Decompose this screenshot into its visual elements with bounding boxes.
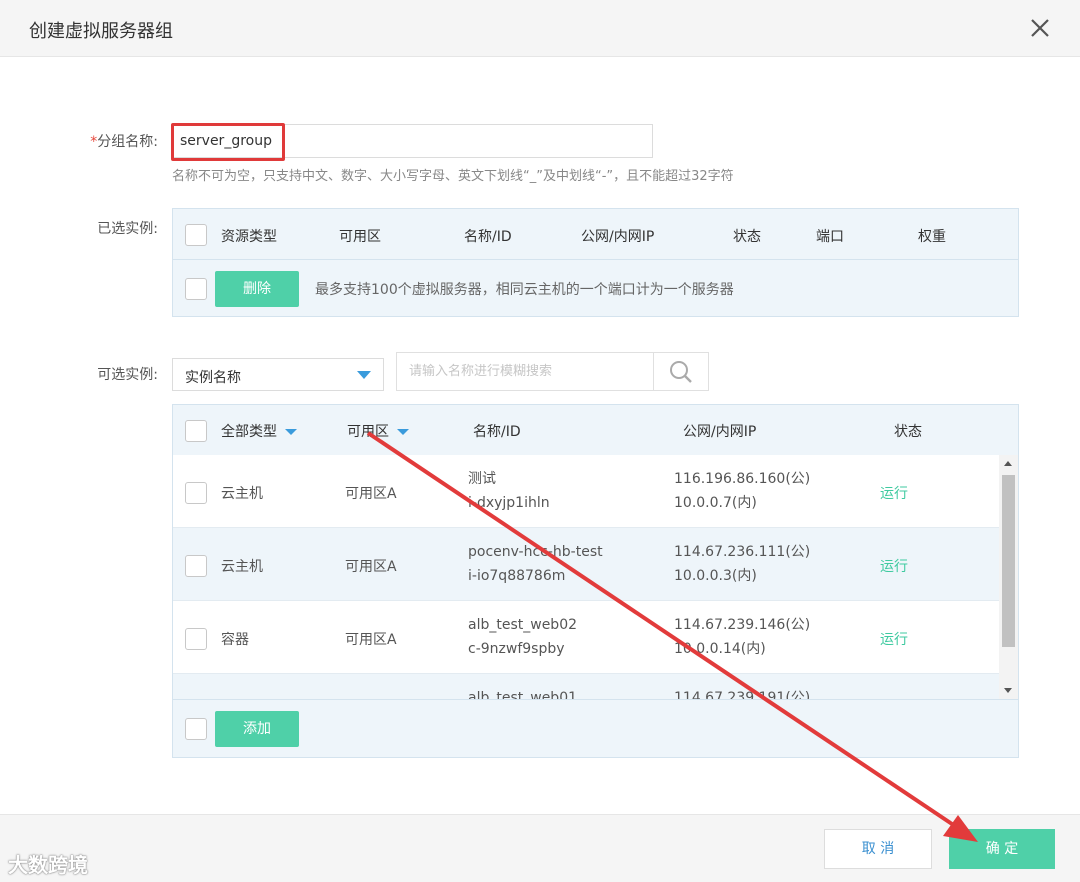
group-name-label: *分组名称: (90, 134, 158, 150)
cell-name-id: pocenv-hcc-hb-test i-io7q88786m (468, 544, 603, 584)
cell-type: 云主机 (221, 559, 263, 575)
table-row: 云主机 可用区A 测试 i-dxyjp1ihln 116.196.86.160(公… (173, 455, 999, 528)
col-ip: 公网/内网IP (581, 229, 655, 245)
selected-instances-label: 已选实例: (97, 221, 158, 237)
cell-status: 运行 (880, 559, 908, 575)
filter-select-value: 实例名称 (185, 370, 241, 386)
cell-ip: 114.67.236.111(公) 10.0.0.3(内) (674, 544, 811, 584)
row-checkbox[interactable] (185, 482, 207, 504)
cell-name-id: 测试 i-dxyjp1ihln (468, 471, 550, 511)
dialog-footer: 大数跨境 取 消 确 定 (0, 814, 1080, 882)
search-icon (670, 361, 692, 383)
select-all-selected-checkbox[interactable] (185, 224, 207, 246)
col-zone: 可用区 (339, 229, 381, 245)
scroll-up-icon[interactable] (1004, 461, 1012, 466)
group-name-hint: 名称不可为空，只支持中文、数字、大小写字母、英文下划线“_”及中划线“-”，且不… (172, 169, 734, 184)
filter-select[interactable]: 实例名称 (172, 358, 384, 391)
col-port: 端口 (816, 229, 844, 245)
group-name-input[interactable]: server_group (171, 123, 653, 161)
selected-limit-note: 最多支持100个虚拟服务器，相同云主机的一个端口计为一个服务器 (315, 282, 734, 298)
rows-viewport: 云主机 可用区A 测试 i-dxyjp1ihln 116.196.86.160(公… (173, 455, 999, 699)
selected-instances-table: 资源类型 可用区 名称/ID 公网/内网IP 状态 端口 权重 删除 最多支持1… (172, 208, 1019, 317)
available-table-header: 全部类型 可用区 名称/ID 公网/内网IP 状态 (173, 405, 1018, 455)
select-all-available-checkbox[interactable] (185, 420, 207, 442)
zone-filter-caret-icon (397, 429, 409, 435)
cell-zone: 可用区A (345, 559, 397, 575)
row-checkbox[interactable] (185, 555, 207, 577)
col-weight: 权重 (918, 229, 946, 245)
search-input[interactable] (397, 353, 655, 390)
col-zone-filter[interactable]: 可用区 (347, 421, 409, 441)
cancel-button[interactable]: 取 消 (824, 829, 932, 869)
col-resource-type: 资源类型 (221, 229, 277, 245)
available-instances-table: 全部类型 可用区 名称/ID 公网/内网IP 状态 云主机 可用区A 测试 i-d… (172, 404, 1019, 758)
dialog-header: 创建虚拟服务器组 (0, 0, 1080, 57)
col-type-filter[interactable]: 全部类型 (221, 421, 297, 441)
available-table-footer: 添加 (173, 699, 1018, 757)
col-status: 状态 (733, 229, 761, 245)
cell-name-id: alb_test_web02 c-9nzwf9spby (468, 617, 578, 657)
search-box (396, 352, 709, 391)
watermark: 大数跨境 (8, 853, 88, 877)
cell-name-id: alb_test_web01 (468, 690, 578, 699)
type-filter-caret-icon (285, 429, 297, 435)
cell-ip: 116.196.86.160(公) 10.0.0.7(内) (674, 471, 811, 511)
confirm-button[interactable]: 确 定 (949, 829, 1055, 869)
available-instances-label: 可选实例: (97, 367, 158, 383)
cell-zone: 可用区A (345, 486, 397, 502)
dialog-title: 创建虚拟服务器组 (29, 21, 173, 42)
table-row: 容器 可用区A alb_test_web02 c-9nzwf9spby 114.6… (173, 601, 999, 674)
add-button[interactable]: 添加 (215, 711, 299, 747)
table-row: alb_test_web01 114.67.239.191(公) (173, 674, 999, 699)
scroll-down-icon[interactable] (1004, 688, 1012, 693)
col-name-id: 名称/ID (464, 229, 512, 245)
cell-status: 运行 (880, 486, 908, 502)
close-icon[interactable] (1028, 16, 1052, 40)
cell-status: 运行 (880, 632, 908, 648)
selected-table-header: 资源类型 可用区 名称/ID 公网/内网IP 状态 端口 权重 (173, 209, 1018, 260)
cell-zone: 可用区A (345, 632, 397, 648)
group-name-value: server_group (180, 133, 272, 149)
col-name-id: 名称/ID (473, 424, 521, 440)
col-status: 状态 (894, 424, 922, 440)
cell-type: 云主机 (221, 486, 263, 502)
chevron-down-icon (357, 371, 371, 379)
cell-type: 容器 (221, 632, 249, 648)
rows-scrollbar[interactable] (999, 455, 1018, 699)
table-row: 云主机 可用区A pocenv-hcc-hb-test i-io7q88786m … (173, 528, 999, 601)
row-checkbox[interactable] (185, 628, 207, 650)
scroll-thumb[interactable] (1002, 475, 1015, 647)
available-footer-checkbox[interactable] (185, 718, 207, 740)
search-button[interactable] (653, 353, 708, 390)
col-ip: 公网/内网IP (683, 424, 757, 440)
cell-ip: 114.67.239.191(公) (674, 690, 811, 699)
cell-ip: 114.67.239.146(公) 10.0.0.14(内) (674, 617, 811, 657)
selected-footer-checkbox[interactable] (185, 278, 207, 300)
delete-button[interactable]: 删除 (215, 271, 299, 307)
